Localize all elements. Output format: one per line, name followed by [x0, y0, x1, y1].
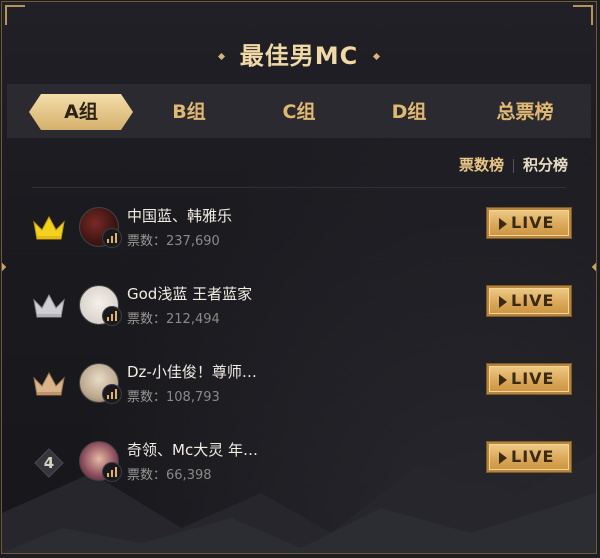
subtab-divider — [512, 158, 514, 173]
header-divider — [32, 187, 566, 188]
tab-group-c[interactable]: C组 — [259, 94, 339, 130]
subtab-votes[interactable]: 票数榜 — [459, 156, 504, 174]
bar-chart-icon — [102, 306, 122, 326]
vote-label: 票数： — [127, 234, 167, 249]
ranking-row: 4 奇领、Mc大灵 年… 票数：66,398 LIVE — [2, 436, 596, 496]
vote-count: 票数：108,793 — [127, 386, 220, 405]
live-label: LIVE — [511, 291, 555, 310]
corner-ornament — [573, 5, 593, 25]
live-label: LIVE — [511, 213, 555, 232]
subtab-points[interactable]: 积分榜 — [523, 156, 568, 174]
vote-label: 票数： — [127, 390, 167, 405]
tab-group-d[interactable]: D组 — [369, 94, 449, 130]
rank-diamond-icon: 4 — [32, 448, 68, 478]
corner-ornament — [5, 5, 25, 25]
group-tabs: A组 B组 C组 D组 总票榜 — [7, 84, 591, 138]
live-button[interactable]: LIVE — [486, 207, 572, 239]
vote-value: 66,398 — [166, 468, 212, 483]
ranking-type-switch: 票数榜 积分榜 — [459, 154, 568, 175]
play-icon — [499, 452, 507, 464]
title-area: 最佳男MC — [2, 36, 596, 71]
vote-count: 票数：66,398 — [127, 464, 212, 483]
tab-group-b[interactable]: B组 — [149, 94, 229, 130]
side-diamond-ornament — [2, 262, 7, 272]
streamer-name[interactable]: 奇领、Mc大灵 年… — [127, 439, 258, 460]
tab-total-ranking[interactable]: 总票榜 — [477, 94, 573, 130]
streamer-name[interactable]: 中国蓝、韩雅乐 — [127, 205, 232, 226]
tab-group-a[interactable]: A组 — [29, 94, 133, 130]
ranking-row: 中国蓝、韩雅乐 票数：237,690 LIVE — [2, 202, 596, 262]
vote-count: 票数：212,494 — [127, 308, 220, 327]
gold-crown-icon — [32, 214, 68, 244]
streamer-name[interactable]: God浅蓝 王者蓝家 — [127, 283, 252, 304]
play-icon — [499, 374, 507, 386]
live-label: LIVE — [511, 369, 555, 388]
play-icon — [499, 218, 507, 230]
live-button[interactable]: LIVE — [486, 363, 572, 395]
vote-value: 212,494 — [166, 312, 220, 327]
bar-chart-icon — [102, 384, 122, 404]
side-diamond-ornament — [591, 262, 596, 272]
ranking-row: Dz-小佳俊！尊师… 票数：108,793 LIVE — [2, 358, 596, 418]
title-right-diamond — [373, 52, 381, 61]
live-label: LIVE — [511, 447, 555, 466]
best-male-mc-panel: 最佳男MC A组 B组 C组 D组 总票榜 票数榜 积分榜 中国蓝、韩雅乐 票数：… — [1, 1, 597, 554]
rank-number: 4 — [43, 454, 55, 472]
vote-label: 票数： — [127, 312, 167, 327]
live-button[interactable]: LIVE — [486, 285, 572, 317]
streamer-name[interactable]: Dz-小佳俊！尊师… — [127, 361, 257, 382]
title-left-diamond — [217, 52, 225, 61]
bar-chart-icon — [102, 462, 122, 482]
silver-crown-icon — [32, 292, 68, 322]
vote-value: 237,690 — [166, 234, 220, 249]
vote-label: 票数： — [127, 468, 167, 483]
live-button[interactable]: LIVE — [486, 441, 572, 473]
vote-value: 108,793 — [166, 390, 220, 405]
play-icon — [499, 296, 507, 308]
bronze-crown-icon — [32, 370, 68, 400]
bar-chart-icon — [102, 228, 122, 248]
vote-count: 票数：237,690 — [127, 230, 220, 249]
ranking-row: God浅蓝 王者蓝家 票数：212,494 LIVE — [2, 280, 596, 340]
page-title: 最佳男MC — [239, 42, 359, 70]
